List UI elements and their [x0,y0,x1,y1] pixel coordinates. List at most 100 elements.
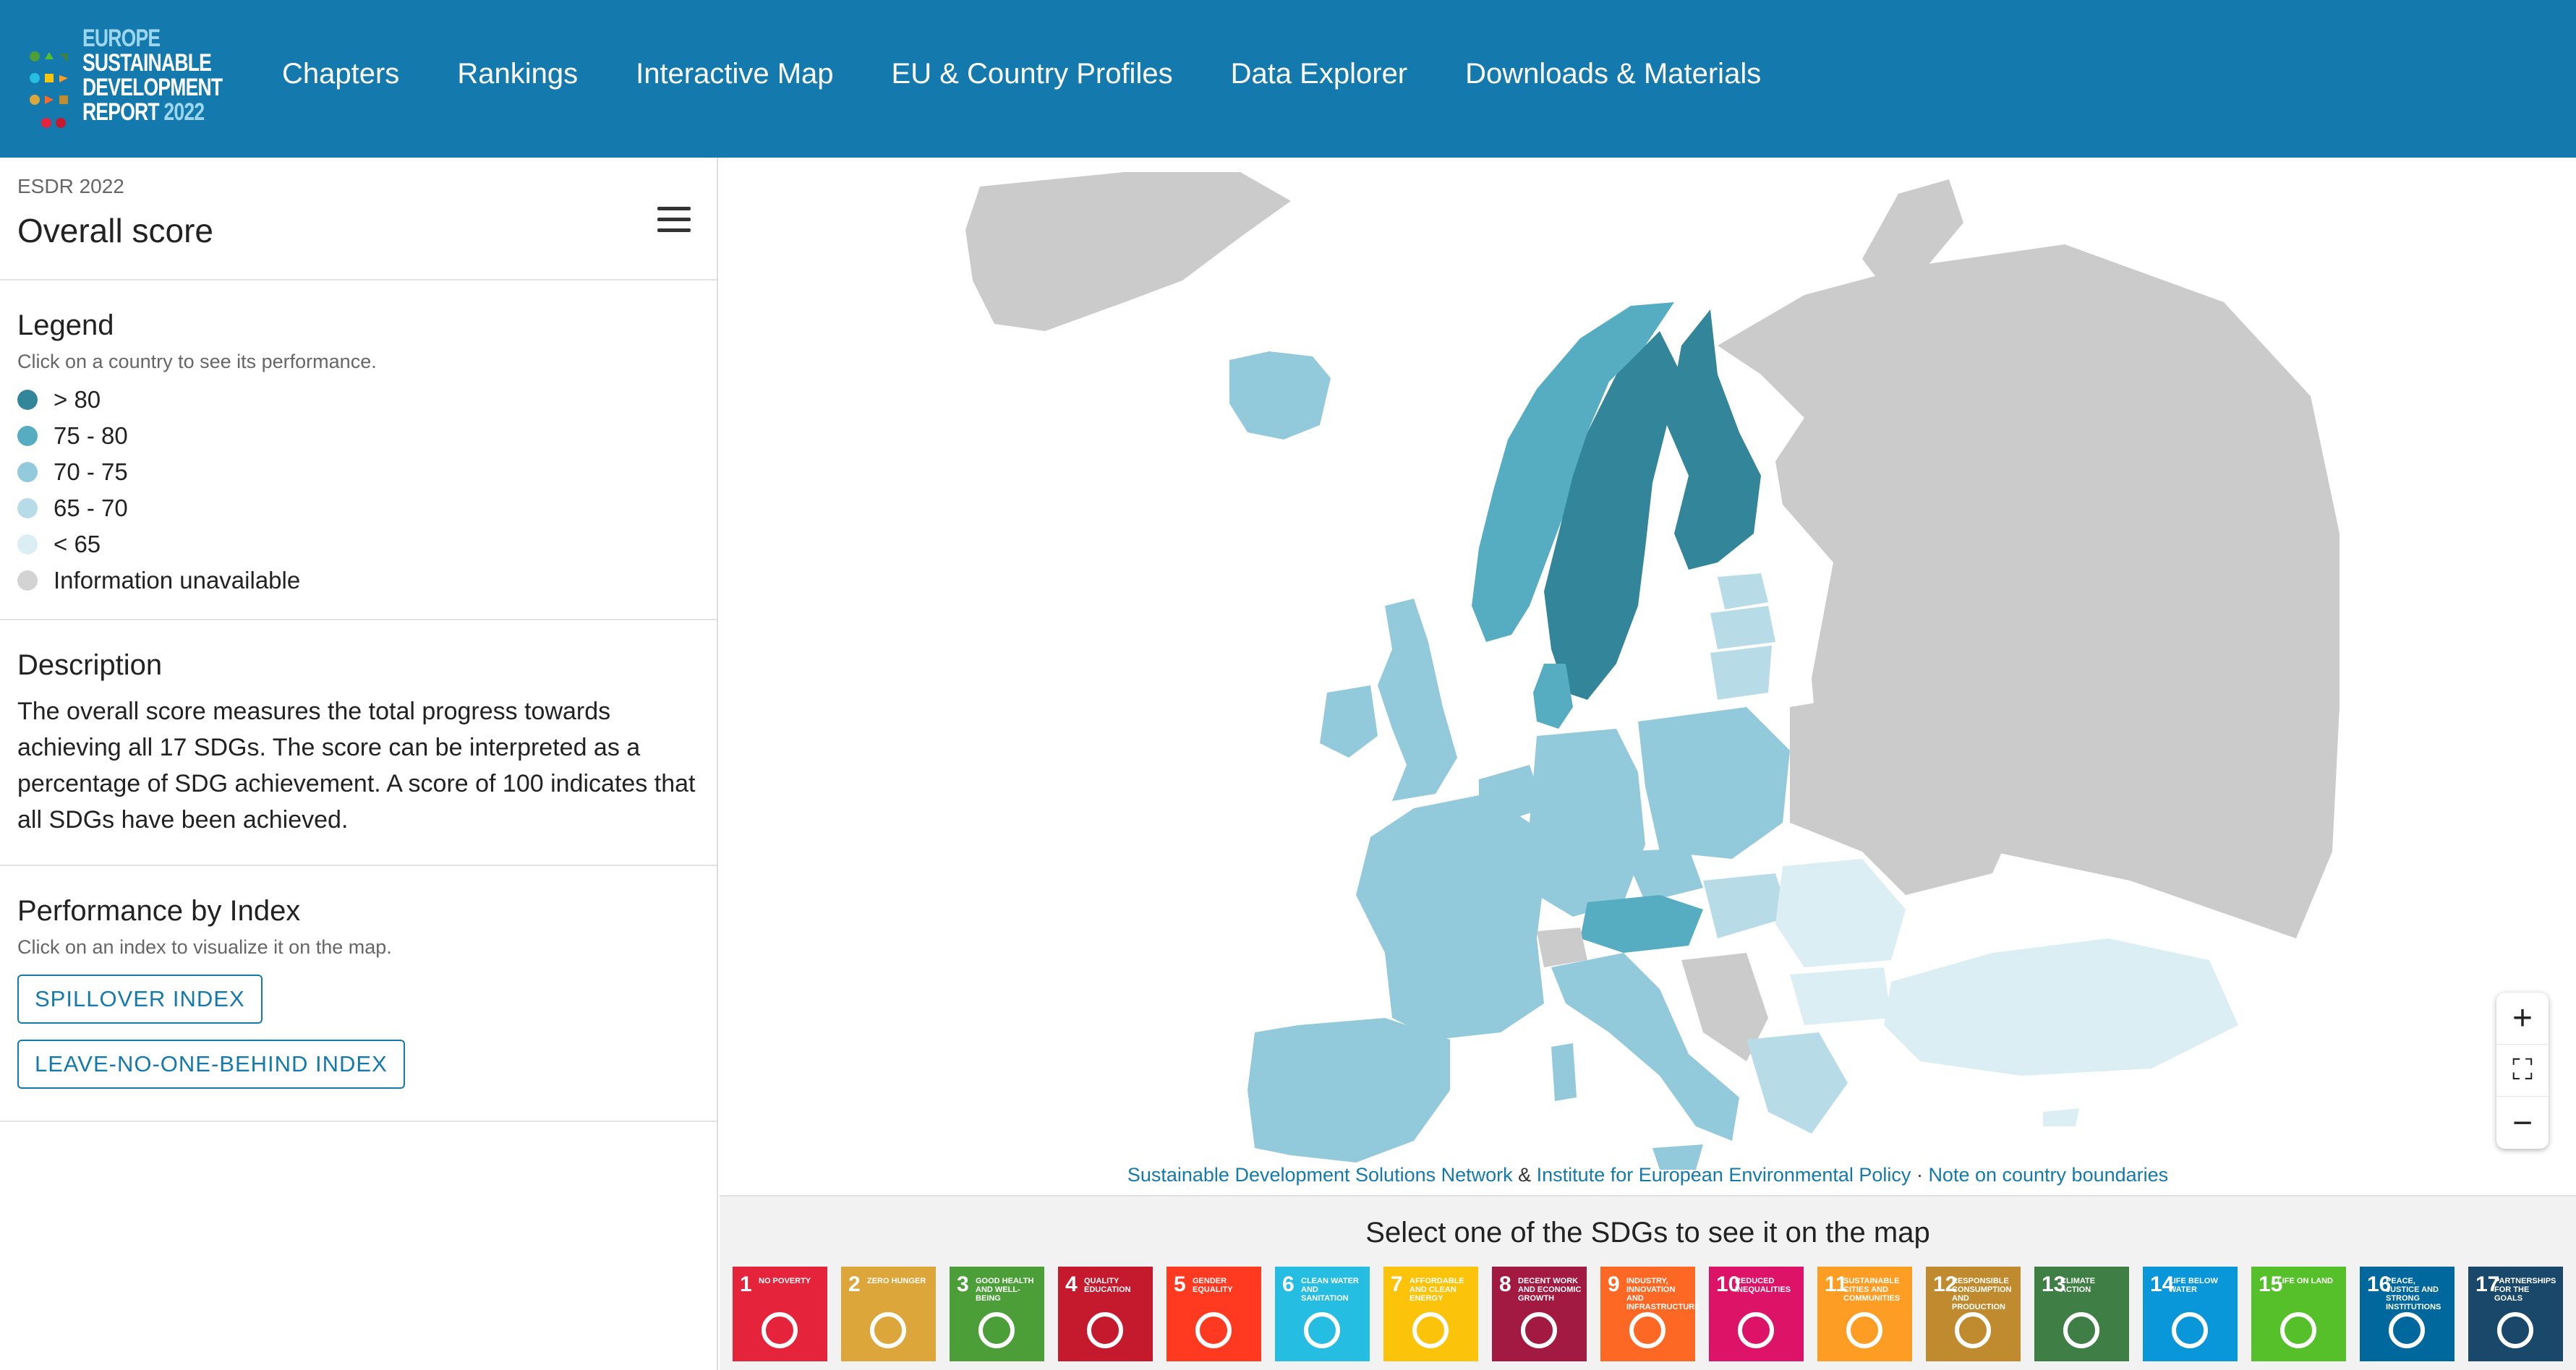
main-nav: Chapters Rankings Interactive Map EU & C… [282,58,1761,90]
sdg-goal-icon [1304,1312,1340,1348]
sdg-label: Clean water and sanitation [1301,1277,1359,1303]
region-sardinia[interactable] [1551,1043,1577,1101]
sdg-number: 3 [957,1272,969,1296]
nav-data-explorer[interactable]: Data Explorer [1231,58,1408,90]
legend-item: Information unavailable [17,562,699,599]
region-iceland[interactable] [1229,351,1331,440]
ieep-link[interactable]: Institute for European Environmental Pol… [1537,1164,1911,1186]
map-canvas[interactable] [720,158,2576,1195]
sdg-number: 4 [1065,1272,1078,1296]
boundaries-note-link[interactable]: Note on country boundaries [1928,1164,2168,1186]
sdg-tile-1[interactable]: 1 No poverty [733,1267,827,1361]
sdg-label: Partnerships for the goals [2494,1277,2556,1303]
legend-item: 70 - 75 [17,454,699,490]
region-svalbard[interactable] [965,172,1291,331]
logo-mark-icon [30,51,68,128]
region-france[interactable] [1356,794,1544,1040]
sdg-tile-11[interactable]: 11 Sustainable cities and communities [1817,1267,1912,1361]
sdg-goal-icon [1521,1312,1557,1348]
logo-text: Europe Sustainable Development Report 20… [82,25,223,124]
zoom-out-button[interactable]: − [2496,1097,2549,1149]
region-ireland[interactable] [1320,685,1378,758]
region-germany[interactable] [1530,729,1645,917]
sdg-tile-3[interactable]: 3 Good health and well-being [950,1267,1044,1361]
region-russia[interactable] [1718,244,2340,938]
sdg-label: Life below water [2169,1277,2218,1294]
region-lithuania[interactable] [1710,646,1772,700]
nav-country-profiles[interactable]: EU & Country Profiles [892,58,1173,90]
region-austria[interactable] [1580,895,1703,953]
legend-section: Legend Click on a country to see its per… [0,281,717,620]
nav-downloads[interactable]: Downloads & Materials [1465,58,1761,90]
region-denmark[interactable] [1533,664,1573,729]
spillover-index-button[interactable]: SPILLOVER INDEX [17,975,263,1024]
sdg-number: 6 [1282,1272,1295,1296]
region-poland[interactable] [1638,707,1790,859]
sdg-tile-4[interactable]: 4 Quality education [1058,1267,1153,1361]
region-estonia[interactable] [1718,573,1768,609]
sdg-number: 2 [848,1272,861,1296]
sdg-goal-icon [1629,1312,1666,1348]
sdg-label: Gender equality [1193,1277,1233,1294]
region-uk[interactable] [1378,599,1457,801]
sdg-tile-16[interactable]: 16 Peace, justice and strong institutions [2360,1267,2455,1361]
report-logo[interactable]: Europe Sustainable Development Report 20… [27,26,244,134]
zoom-controls: + ⛶ − [2496,993,2549,1149]
sdg-goal-icon [2063,1312,2099,1348]
nav-interactive-map[interactable]: Interactive Map [636,58,833,90]
zoom-in-button[interactable]: + [2496,993,2549,1045]
sdg-tile-9[interactable]: 9 Industry, innovation and infrastructure [1600,1267,1699,1361]
sdsn-link[interactable]: Sustainable Development Solutions Networ… [1127,1164,1513,1186]
region-greece[interactable] [1747,1032,1848,1134]
legend-swatch [17,534,38,555]
sdg-goal-icon [1412,1312,1449,1348]
legend-swatch [17,498,38,518]
hamburger-menu-icon[interactable] [657,207,691,233]
sdg-label: Affordable and clean energy [1409,1277,1464,1303]
sdg-label: Decent work and economic growth [1518,1277,1582,1303]
sdg-tile-8[interactable]: 8 Decent work and economic growth [1492,1267,1587,1361]
fullscreen-icon[interactable]: ⛶ [2496,1045,2549,1097]
region-latvia[interactable] [1710,606,1775,649]
europe-map[interactable] [720,158,2576,1195]
legend-hint: Click on a country to see its performanc… [17,351,377,372]
sdg-goal-icon [1195,1312,1232,1348]
region-cyprus[interactable] [2043,1108,2079,1126]
sdg-goal-icon [762,1312,798,1348]
leave-no-one-behind-button[interactable]: LEAVE-NO-ONE-BEHIND INDEX [17,1040,405,1089]
logo-line-3: Development [82,74,223,101]
sdg-tile-10[interactable]: 10 Reduced inequalities [1709,1267,1804,1361]
sdg-tile-2[interactable]: 2 Zero hunger [841,1267,936,1361]
legend-item: 65 - 70 [17,490,699,526]
sdg-tile-15[interactable]: 15 Life on land [2251,1267,2346,1361]
nav-chapters[interactable]: Chapters [282,58,399,90]
sdg-goal-icon [1846,1312,1882,1348]
sdg-goal-icon [1955,1312,1991,1348]
sdg-tile-7[interactable]: 7 Affordable and clean energy [1383,1267,1478,1361]
sdg-goal-icon [870,1312,906,1348]
region-portugal[interactable] [1248,1025,1298,1155]
region-czechia[interactable] [1624,848,1703,902]
nav-rankings[interactable]: Rankings [457,58,578,90]
sdg-label: No poverty [759,1277,811,1285]
performance-heading: Performance by Index [17,895,301,927]
sdg-tile-12[interactable]: 12 Responsible consumption and production [1926,1267,2021,1361]
sdg-goal-icon [2389,1312,2425,1348]
sdg-tile-5[interactable]: 5 Gender equality [1167,1267,1261,1361]
region-hungary[interactable] [1703,873,1790,938]
sdg-label: Life on land [2277,1277,2333,1285]
sdg-number: 9 [1608,1272,1620,1296]
sdg-tile-17[interactable]: 17 Partnerships for the goals [2468,1267,2563,1361]
sdg-label: Sustainable cities and communities [1843,1277,1901,1303]
region-turkey[interactable] [1884,938,2238,1076]
description-text: The overall score measures the total pro… [17,698,696,834]
region-switzerland[interactable] [1537,928,1587,967]
sdg-tile-14[interactable]: 14 Life below water [2143,1267,2238,1361]
region-spain[interactable] [1284,1018,1450,1163]
legend-item: > 80 [17,382,699,418]
region-bulgaria[interactable] [1790,967,1891,1025]
sdg-tile-6[interactable]: 6 Clean water and sanitation [1275,1267,1370,1361]
sdg-goal-icon [1087,1312,1123,1348]
logo-line-1: Europe [82,25,161,52]
sdg-tile-13[interactable]: 13 Climate action [2034,1267,2129,1361]
